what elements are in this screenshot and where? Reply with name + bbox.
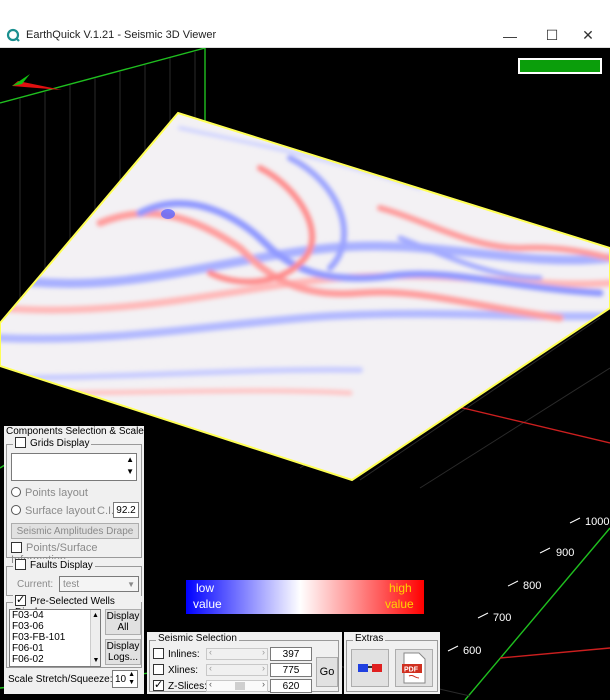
ci-input[interactable]: 92.2 (113, 502, 139, 518)
amplitudes-drape-button[interactable]: Seismic Amplitudes Drape (11, 523, 139, 539)
depth-tick-label: 800 (523, 580, 542, 592)
list-item[interactable]: F03-FB-101 (12, 632, 100, 643)
grids-group: Grids Display ▲ ▼ Points layout Surface l… (6, 437, 142, 566)
legend-low-label: value (193, 597, 222, 611)
zslices-toggle[interactable]: Z-Slices: (153, 678, 207, 692)
points-surface-info-checkbox[interactable] (11, 542, 22, 553)
extras-title: Extras (353, 633, 386, 644)
extras-panel: Extras PDF (344, 632, 440, 694)
list-item[interactable]: F03-04 (12, 610, 100, 621)
xlines-toggle[interactable]: Xlines: (153, 664, 198, 676)
list-item[interactable]: F06-01 (12, 643, 100, 654)
faults-display-checkbox[interactable] (15, 559, 26, 570)
window-title: EarthQuick V.1.21 - Seismic 3D Viewer (26, 29, 217, 41)
title-bar: EarthQuick V.1.21 - Seismic 3D Viewer — … (0, 23, 610, 48)
slider-right-icon: › (262, 663, 265, 673)
depth-tick-label: 600 (463, 645, 482, 657)
display-logs-button[interactable]: Display Logs... (105, 639, 141, 665)
slider-left-icon: ‹ (209, 679, 212, 689)
depth-tick-label: 700 (493, 612, 512, 624)
seismic-selection-title: Seismic Selection (156, 633, 239, 644)
faults-display-label: Faults Display (30, 560, 93, 571)
inlines-checkbox[interactable] (153, 648, 164, 659)
chevron-down-icon: ▼ (127, 579, 135, 589)
points-layout-label: Points layout (25, 487, 88, 499)
legend-high-label: high (389, 581, 412, 595)
surface-layout-label: Surface layout (25, 505, 96, 517)
stereo-glasses-button[interactable] (351, 649, 389, 687)
inlines-label: Inlines: (168, 649, 200, 660)
grids-list-scroll-icon[interactable]: ▲ ▼ (126, 454, 134, 478)
slider-right-icon: › (262, 679, 265, 689)
depth-tick-label: 900 (556, 547, 575, 559)
current-fault-value: test (63, 578, 80, 590)
zslices-label: Z-Slices: (168, 681, 207, 692)
list-item[interactable]: F03-06 (12, 621, 100, 632)
xlines-value[interactable]: 775 (270, 663, 312, 677)
wells-list[interactable]: F03-04 F03-06 F03-FB-101 F06-01 F06-02 ▲… (9, 609, 101, 667)
slider-left-icon: ‹ (209, 647, 212, 657)
xlines-label: Xlines: (168, 665, 199, 676)
list-item[interactable]: F06-02 (12, 654, 100, 665)
zslices-checkbox[interactable] (153, 678, 164, 691)
grids-list[interactable]: ▲ ▼ (11, 453, 137, 481)
scale-stepper[interactable]: 10 ▲ ▼ (112, 670, 138, 688)
current-fault-select[interactable]: test ▼ (59, 576, 139, 592)
status-indicator (518, 58, 602, 74)
pdf-icon: PDF (402, 652, 426, 684)
inlines-value[interactable]: 397 (270, 647, 312, 661)
wells-display-checkbox[interactable] (15, 593, 26, 606)
maximize-button[interactable]: ☐ (532, 23, 572, 48)
surface-layout-option[interactable]: Surface layout (11, 505, 95, 517)
pdf-export-button[interactable]: PDF (395, 649, 433, 687)
points-layout-radio[interactable] (11, 487, 21, 497)
components-panel: Components Selection & Scale Grids Displ… (4, 426, 144, 694)
inlines-toggle[interactable]: Inlines: (153, 648, 200, 660)
surface-layout-radio[interactable] (11, 505, 21, 515)
seismic-group: Seismic Selection Inlines: ‹ › 397 Xlines… (149, 633, 339, 693)
xlines-slider[interactable]: ‹ › (206, 663, 268, 676)
current-label: Current: (17, 579, 54, 590)
grids-display-label: Grids Display (30, 438, 90, 449)
app-icon (6, 28, 20, 42)
inlines-slider[interactable]: ‹ › (206, 647, 268, 660)
legend-high-label: value (385, 597, 414, 611)
points-layout-option[interactable]: Points layout (11, 487, 88, 499)
go-button[interactable]: Go (316, 657, 338, 687)
grids-display-toggle[interactable]: Grids Display (13, 437, 92, 449)
svg-text:PDF: PDF (404, 667, 419, 674)
slider-right-icon: › (262, 647, 265, 657)
scroll-down-icon: ▼ (92, 657, 100, 664)
depth-tick-label: 1000 (585, 516, 610, 528)
legend-low-label: low (196, 581, 215, 595)
display-all-button[interactable]: Display All (105, 609, 141, 635)
3d-glasses-icon (358, 664, 382, 672)
grids-display-checkbox[interactable] (15, 437, 26, 448)
extras-group: Extras PDF (346, 633, 438, 692)
faults-group: Faults Display Current: test ▼ (6, 559, 142, 596)
xlines-checkbox[interactable] (153, 664, 164, 675)
scale-label: Scale Stretch/Squeeze: (8, 674, 113, 685)
slider-left-icon: ‹ (209, 663, 212, 673)
wells-group: Pre-Selected Wells Display F03-04 F03-06… (6, 593, 142, 668)
close-button[interactable]: ✕ (568, 23, 608, 48)
scale-value: 10 (115, 673, 127, 685)
faults-display-toggle[interactable]: Faults Display (13, 559, 95, 571)
zslices-slider[interactable]: ‹ › (206, 679, 268, 692)
minimize-button[interactable]: — (490, 23, 530, 48)
slider-thumb[interactable] (235, 682, 245, 690)
seismic-selection-panel: Seismic Selection Inlines: ‹ › 397 Xlines… (147, 632, 342, 694)
stepper-arrows-icon[interactable]: ▲ ▼ (128, 671, 135, 687)
zslices-value[interactable]: 620 (270, 679, 312, 693)
top-margin (0, 0, 610, 23)
wells-list-scrollbar[interactable]: ▲ ▼ (90, 610, 100, 666)
